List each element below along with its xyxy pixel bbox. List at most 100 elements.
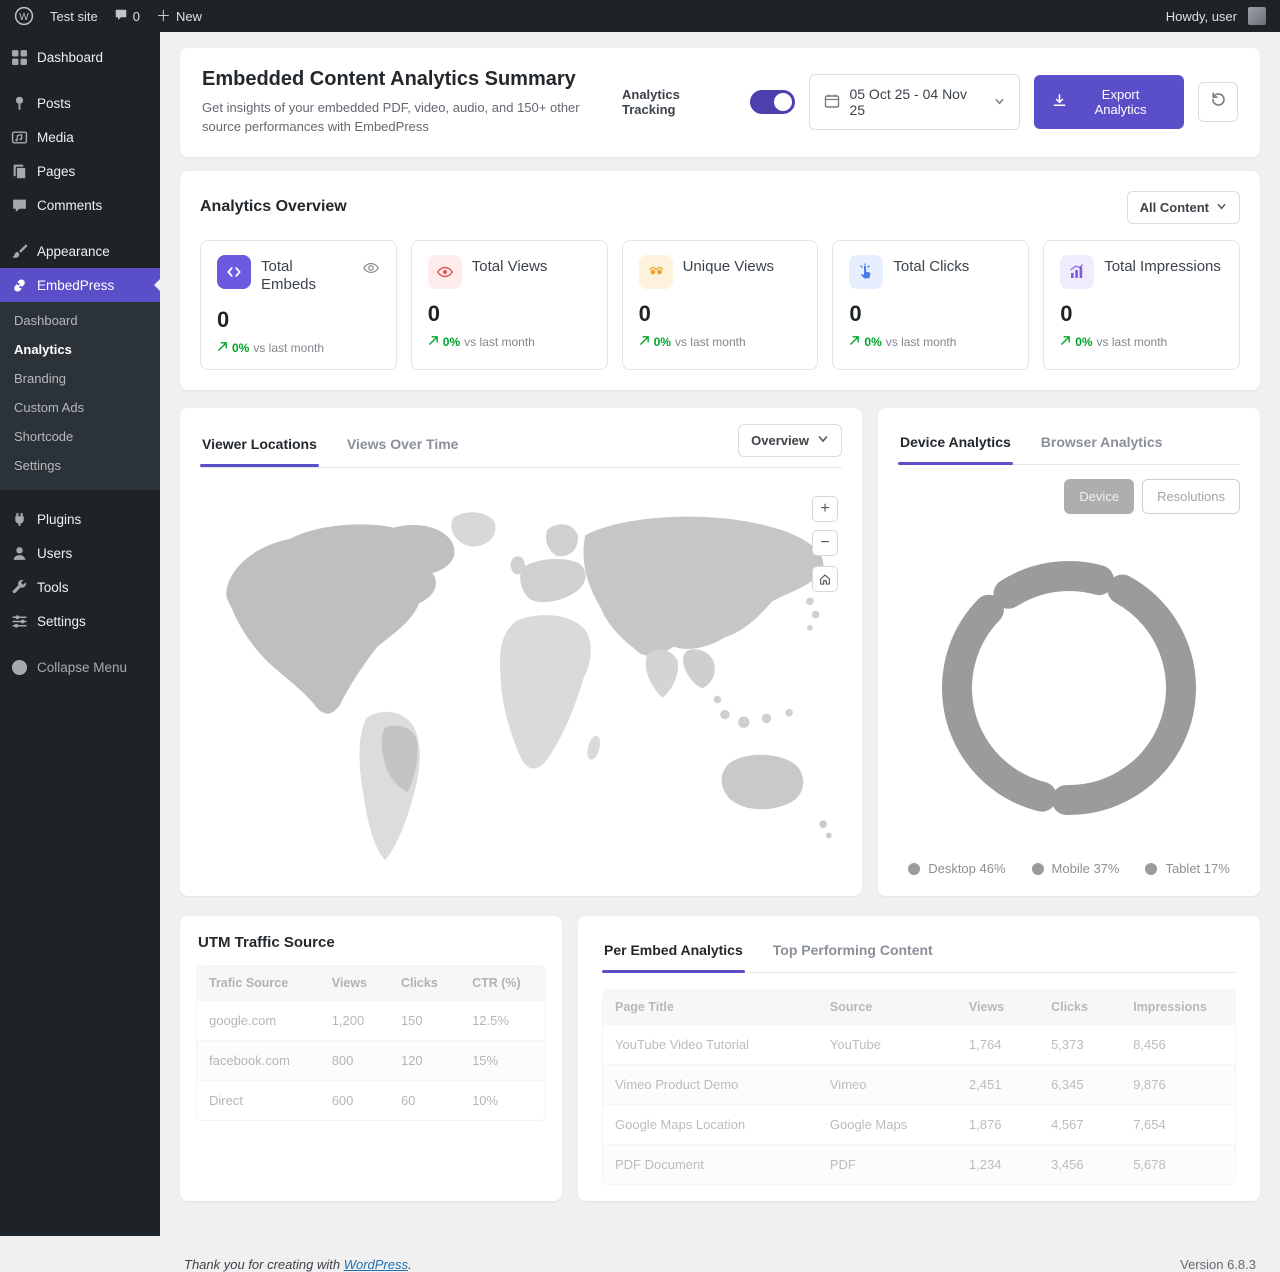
map-overview-dropdown[interactable]: Overview: [738, 424, 842, 457]
zoom-in-button[interactable]: +: [812, 496, 838, 522]
legend-item-tablet: Tablet 17%: [1145, 861, 1229, 876]
site-name: Test site: [50, 9, 98, 24]
page-subtitle: Get insights of your embedded PDF, video…: [202, 99, 622, 137]
content-filter-dropdown[interactable]: All Content: [1127, 191, 1240, 224]
viewer-locations-card: Viewer Locations Views Over Time Overvie…: [180, 408, 862, 896]
embedpress-submenu: Dashboard Analytics Branding Custom Ads …: [0, 302, 160, 490]
analytics-header-card: Embedded Content Analytics Summary Get i…: [180, 48, 1260, 157]
stat-delta-pct: 0%: [232, 341, 249, 355]
wordpress-logo-icon[interactable]: W: [14, 6, 34, 26]
submenu-item-dashboard[interactable]: Dashboard: [0, 306, 160, 335]
refresh-history-button[interactable]: [1198, 82, 1238, 122]
calendar-icon: [824, 93, 840, 112]
stat-label: Total Embeds: [261, 255, 352, 296]
tab-top-performing-content[interactable]: Top Performing Content: [771, 932, 935, 972]
submenu-item-shortcode[interactable]: Shortcode: [0, 422, 160, 451]
embedpress-icon: [10, 276, 28, 294]
new-label: New: [176, 9, 202, 24]
sidebar-item-users[interactable]: Users: [0, 536, 160, 570]
download-icon: [1052, 93, 1067, 111]
sidebar-item-label: Dashboard: [37, 50, 103, 65]
site-name-link[interactable]: Test site: [50, 9, 98, 24]
stat-value: 0: [1060, 301, 1223, 327]
table-row: google.com1,20015012.5%: [197, 1001, 545, 1041]
stat-card-total-views: Total Views 0 0% vs last month: [411, 240, 608, 371]
click-pointer-icon: [849, 255, 883, 289]
trend-up-icon: [1060, 335, 1071, 349]
device-filter-button[interactable]: Device: [1064, 479, 1134, 514]
date-range-picker[interactable]: 05 Oct 25 - 04 Nov 25: [809, 74, 1019, 130]
stat-value: 0: [849, 301, 1012, 327]
tab-device-analytics[interactable]: Device Analytics: [898, 424, 1013, 464]
trend-up-icon: [428, 335, 439, 349]
account-menu[interactable]: Howdy, user: [1166, 7, 1266, 25]
sidebar-item-label: Collapse Menu: [37, 660, 127, 675]
stat-delta-pct: 0%: [1075, 335, 1092, 349]
submenu-item-settings[interactable]: Settings: [0, 451, 160, 480]
submenu-item-analytics[interactable]: Analytics: [0, 335, 160, 364]
submenu-item-custom-ads[interactable]: Custom Ads: [0, 393, 160, 422]
zoom-reset-button[interactable]: [812, 566, 838, 592]
analytics-tracking-label: Analytics Tracking: [622, 87, 736, 117]
chevron-down-icon: [817, 433, 829, 448]
sidebar-item-media[interactable]: Media: [0, 120, 160, 154]
footer-thanks: Thank you for creating with WordPress.: [184, 1257, 412, 1272]
stat-value: 0: [217, 307, 380, 333]
sidebar-item-posts[interactable]: Posts: [0, 86, 160, 120]
sidebar-item-appearance[interactable]: Appearance: [0, 234, 160, 268]
sidebar-item-label: Plugins: [37, 512, 81, 527]
stat-card-total-embeds: Total Embeds 0 0% vs last month: [200, 240, 397, 371]
sidebar-item-pages[interactable]: Pages: [0, 154, 160, 188]
sidebar-item-collapse-menu[interactable]: Collapse Menu: [0, 650, 160, 684]
legend-dot: [908, 863, 920, 875]
dashboard-icon: [10, 48, 28, 66]
stat-delta-note: vs last month: [675, 335, 746, 349]
stat-delta-pct: 0%: [864, 335, 881, 349]
stat-delta-pct: 0%: [443, 335, 460, 349]
table-row: facebook.com80012015%: [197, 1041, 545, 1081]
analytics-tracking-toggle[interactable]: [750, 90, 796, 114]
comments-count: 0: [133, 9, 140, 24]
device-analytics-card: Device Analytics Browser Analytics Devic…: [878, 408, 1260, 896]
code-embed-icon: [217, 255, 251, 289]
embed-col-header: Clicks: [1039, 990, 1121, 1025]
howdy-text: Howdy, user: [1166, 9, 1237, 24]
unique-views-icon: [639, 255, 673, 289]
sidebar-item-embedpress[interactable]: EmbedPress: [0, 268, 160, 302]
wordpress-link[interactable]: WordPress: [344, 1257, 408, 1272]
stat-card-total-impressions: Total Impressions 0 0% vs last month: [1043, 240, 1240, 371]
world-map[interactable]: + −: [200, 478, 842, 889]
tab-viewer-locations[interactable]: Viewer Locations: [200, 426, 319, 466]
visibility-toggle-icon[interactable]: [362, 255, 380, 282]
appearance-icon: [10, 242, 28, 260]
table-row: YouTube Video TutorialYouTube1,7645,3738…: [603, 1025, 1235, 1065]
sidebar-item-label: Users: [37, 546, 72, 561]
comments-bubble-icon: [114, 8, 128, 25]
chevron-down-icon: [994, 94, 1005, 110]
overview-title: Analytics Overview: [200, 198, 347, 216]
new-content-menu[interactable]: ＋ New: [156, 9, 202, 24]
tab-views-over-time[interactable]: Views Over Time: [345, 426, 461, 466]
chevron-down-icon: [1216, 200, 1227, 215]
tab-per-embed-analytics[interactable]: Per Embed Analytics: [602, 932, 745, 972]
resolutions-filter-button[interactable]: Resolutions: [1142, 479, 1240, 514]
utm-col-header: Trafic Source: [197, 966, 320, 1001]
submenu-item-branding[interactable]: Branding: [0, 364, 160, 393]
impressions-chart-icon: [1060, 255, 1094, 289]
tab-browser-analytics[interactable]: Browser Analytics: [1039, 424, 1165, 464]
plus-icon: ＋: [156, 9, 171, 24]
zoom-out-button[interactable]: −: [812, 530, 838, 556]
export-analytics-button[interactable]: Export Analytics: [1034, 75, 1184, 129]
sidebar-item-dashboard[interactable]: Dashboard: [0, 40, 160, 74]
embed-col-header: Views: [957, 990, 1039, 1025]
comments-shortcut[interactable]: 0: [114, 8, 140, 25]
sidebar-item-settings[interactable]: Settings: [0, 604, 160, 638]
tools-icon: [10, 578, 28, 596]
sidebar-item-label: Tools: [37, 580, 69, 595]
utm-col-header: CTR (%): [460, 966, 545, 1001]
sidebar-item-comments[interactable]: Comments: [0, 188, 160, 222]
sidebar-item-plugins[interactable]: Plugins: [0, 502, 160, 536]
sidebar-item-tools[interactable]: Tools: [0, 570, 160, 604]
content-filter-label: All Content: [1140, 200, 1209, 215]
admin-sidebar: Dashboard Posts Media Pages Comments App…: [0, 32, 160, 1236]
